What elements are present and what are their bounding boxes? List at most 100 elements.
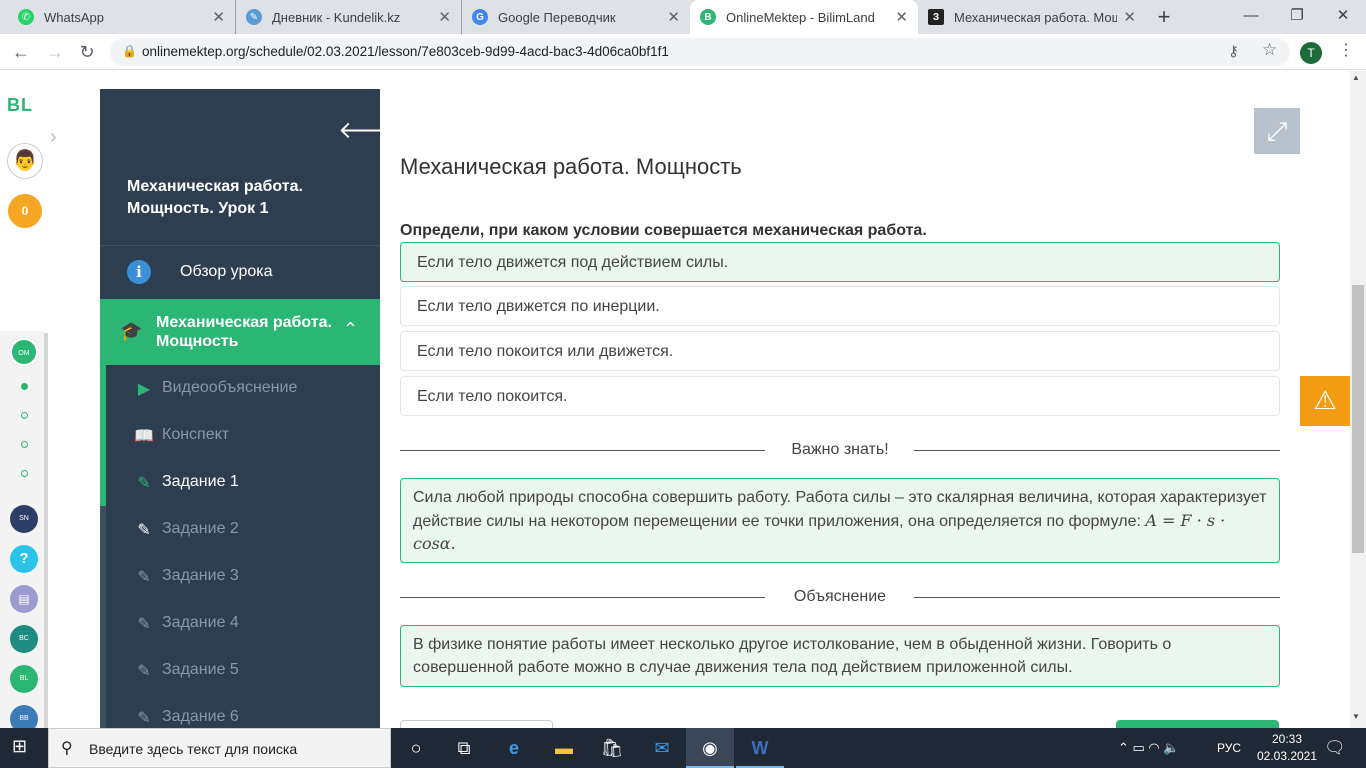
important-box: Сила любой природы способна совершить ра… (400, 478, 1280, 563)
file-explorer-icon[interactable]: ▬ (540, 728, 588, 768)
back-icon[interactable]: ← (8, 40, 34, 64)
sidebar-item-label: Задание 4 (162, 614, 239, 631)
sidebar-item-3[interactable]: ✎ Задание 1 (134, 459, 374, 506)
search-placeholder[interactable]: Введите здесь текст для поиска (89, 741, 297, 757)
answer-option[interactable]: Если тело движется под действием силы. (400, 242, 1280, 282)
previous-button[interactable] (400, 720, 553, 728)
minimize-button[interactable]: — (1228, 0, 1274, 34)
book-icon: 📖 (134, 428, 154, 445)
edge-icon[interactable]: e (490, 728, 538, 768)
info-icon: i (127, 260, 151, 284)
chevron-right-icon[interactable]: › (50, 126, 57, 149)
close-icon[interactable]: ✕ (212, 8, 225, 26)
clock-date[interactable]: 02.03.2021 (1256, 749, 1318, 763)
help-icon[interactable]: ? (10, 545, 38, 573)
browser-toolbar: ← → ↻ 🔒 onlinemektep.org/schedule/02.03.… (0, 34, 1366, 70)
coins-badge[interactable]: 0 (8, 194, 42, 228)
scrollbar-thumb[interactable] (1352, 285, 1364, 553)
sidebar-section-label: Механическая работа. Мощность (156, 314, 332, 350)
profile-avatar[interactable]: T (1300, 42, 1322, 64)
rail-scrollbar[interactable] (44, 333, 48, 728)
sidebar-item-5[interactable]: ✎ Задание 3 (134, 553, 374, 600)
sidebar-item-1[interactable]: ▶ Видеообъяснение (134, 365, 374, 412)
scroll-up-icon[interactable]: ▲ (1352, 73, 1360, 82)
library-icon[interactable]: ▤ (10, 585, 38, 613)
sidebar-item-overview[interactable]: i Обзор урока (100, 245, 380, 299)
mail-icon[interactable]: ✉ (638, 728, 686, 768)
chrome-icon[interactable]: ◉ (686, 728, 734, 768)
graduation-cap-icon: 🎓 (120, 321, 143, 341)
tab-kundelik[interactable]: ✎ Дневник - Kundelik.kz ✕ (236, 0, 462, 34)
progress-bar (100, 365, 106, 506)
tab-title: Дневник - Kundelik.kz (272, 9, 401, 25)
sidebar-item-label: Задание 1 (162, 473, 239, 490)
close-icon[interactable]: ✕ (667, 8, 680, 26)
sidebar-item-6[interactable]: ✎ Задание 4 (134, 600, 374, 647)
tab-whatsapp[interactable]: ✆ WhatsApp ✕ (8, 0, 236, 34)
clock-time[interactable]: 20:33 (1262, 732, 1312, 746)
windows-taskbar: ⊞ ⚲ Введите здесь текст для поиска ○ ⧉ e… (0, 728, 1366, 768)
cortana-icon[interactable]: ○ (392, 728, 440, 768)
sidebar-section-active[interactable]: 🎓 Механическая работа. Мощность ⌃ (100, 299, 380, 365)
close-icon[interactable]: ✕ (438, 8, 451, 26)
warning-icon[interactable]: ⚠ (1300, 376, 1350, 426)
word-icon[interactable]: W (736, 728, 784, 768)
page-title: Механическая работа. Мощность (400, 154, 742, 179)
windows-start-icon[interactable]: ⊞ (12, 736, 27, 757)
task-view-icon[interactable]: ⧉ (440, 728, 488, 768)
bilim-class-icon[interactable]: BC (10, 625, 38, 653)
nav-dot[interactable] (21, 383, 28, 390)
key-icon[interactable]: ⚷ (1228, 42, 1239, 60)
important-divider: Важно знать! (400, 441, 1280, 461)
tab-bilimland[interactable]: B OnlineMektep - BilimLand ✕ (690, 0, 918, 34)
fullscreen-icon[interactable]: ⤢ (1254, 108, 1300, 154)
close-window-button[interactable]: ✕ (1320, 0, 1366, 34)
smart-nation-icon[interactable]: SN (10, 505, 38, 533)
address-bar[interactable]: 🔒 onlinemektep.org/schedule/02.03.2021/l… (110, 38, 1290, 66)
play-icon: ▶ (137, 381, 151, 398)
arrow-left-icon[interactable]: 🡐 (338, 115, 380, 145)
system-tray-icons[interactable]: ⌃ ▭ ◠ 🔈 (1118, 740, 1180, 756)
bilimland-logo[interactable]: BL (7, 95, 33, 116)
explanation-box: В физике понятие работы имеет несколько … (400, 625, 1280, 687)
restore-button[interactable]: ❐ (1274, 0, 1320, 34)
edit-icon: ✎ (137, 710, 151, 727)
notifications-icon[interactable]: 🗨 (1324, 738, 1346, 758)
taskbar-search[interactable]: ⚲ Введите здесь текст для поиска (48, 728, 391, 768)
sidebar-item-8[interactable]: ✎ Задание 6 (134, 694, 374, 728)
url-text[interactable]: onlinemektep.org/schedule/02.03.2021/les… (142, 44, 669, 59)
next-button[interactable] (1116, 720, 1279, 728)
nav-dot[interactable] (21, 441, 28, 448)
search-icon: ⚲ (61, 740, 73, 757)
tab-google-translate[interactable]: G Google Переводчик ✕ (462, 0, 690, 34)
online-mektep-icon[interactable]: OM (10, 338, 38, 366)
bilim-land-icon[interactable]: BL (10, 665, 38, 693)
chevron-up-icon[interactable]: ⌃ (343, 319, 358, 340)
nav-dot[interactable] (21, 470, 28, 477)
sidebar-item-2[interactable]: 📖 Конспект (134, 412, 374, 459)
nav-dot[interactable] (21, 412, 28, 419)
user-avatar[interactable]: 👨 (7, 143, 43, 179)
sidebar-item-label: Видеообъяснение (162, 379, 298, 396)
reload-icon[interactable]: ↻ (74, 40, 100, 64)
answer-option[interactable]: Если тело покоится или движется. (400, 331, 1280, 371)
forward-icon[interactable]: → (42, 40, 68, 64)
bookmark-star-icon[interactable]: ☆ (1262, 40, 1277, 60)
sidebar-item-7[interactable]: ✎ Задание 5 (134, 647, 374, 694)
bilim-book-icon[interactable]: BB (10, 705, 38, 728)
lock-icon[interactable]: 🔒 (122, 44, 137, 58)
close-icon[interactable]: ✕ (1123, 8, 1136, 26)
tab-znanija[interactable]: З Механическая работа. Мощн ✕ (918, 0, 1146, 34)
close-icon[interactable]: ✕ (895, 8, 908, 26)
store-icon[interactable]: 🛍 (588, 728, 636, 768)
answer-option[interactable]: Если тело движется по инерции. (400, 286, 1280, 326)
tab-title: Механическая работа. Мощн (954, 9, 1118, 25)
language-indicator[interactable]: РУС (1217, 741, 1241, 755)
browser-menu-icon[interactable]: ⋮ (1338, 40, 1354, 60)
new-tab-button[interactable]: + (1150, 4, 1178, 30)
sidebar-item-4[interactable]: ✎ Задание 2 (134, 506, 374, 553)
scroll-down-icon[interactable]: ▼ (1352, 712, 1360, 721)
explanation-heading: Объяснение (793, 588, 887, 605)
answer-option[interactable]: Если тело покоится. (400, 376, 1280, 416)
left-rail: BL 👨 0 OM SN ? ▤ BC BL BB (0, 71, 50, 728)
